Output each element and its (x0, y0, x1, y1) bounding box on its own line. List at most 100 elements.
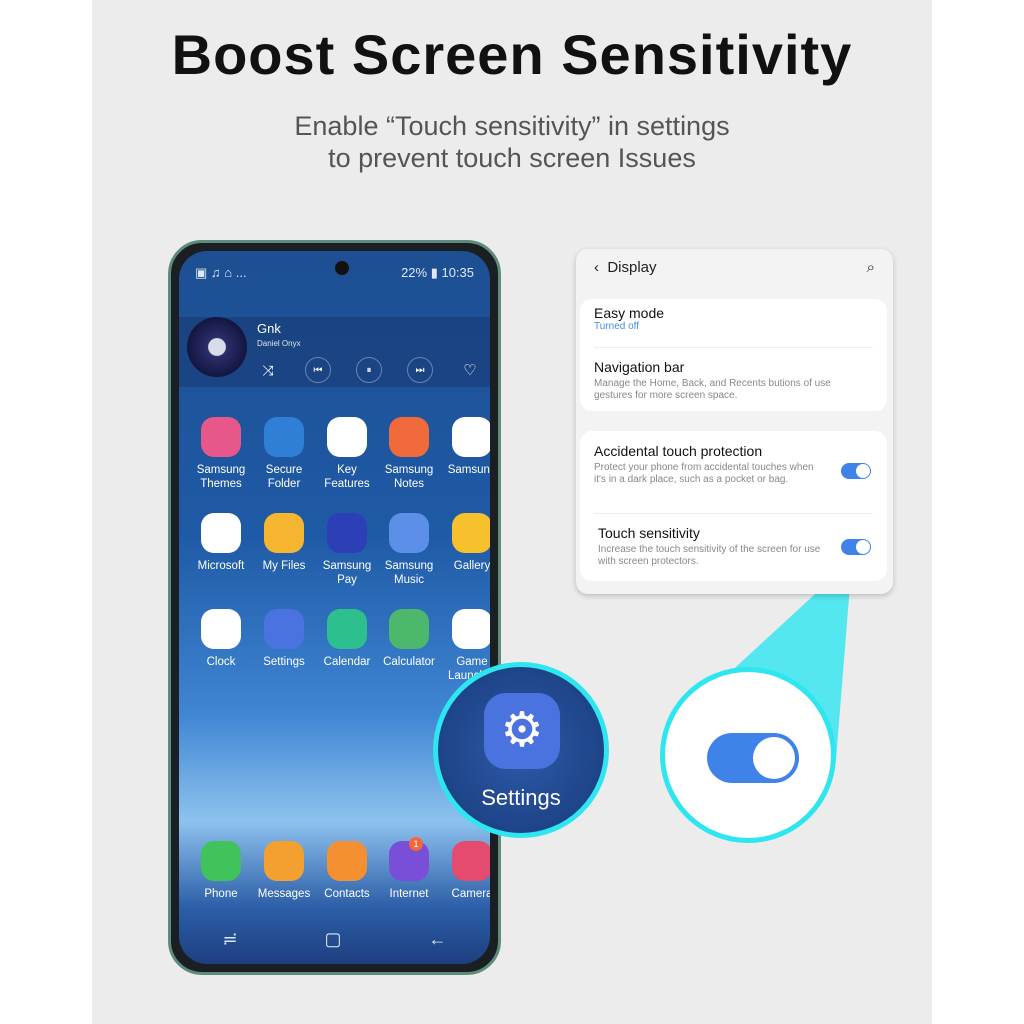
pause-button[interactable]: ⏸ (356, 357, 382, 383)
app-microsoft[interactable]: Microsoft (189, 513, 253, 573)
artist-name: Daniel Onyx (257, 339, 301, 348)
app-settings[interactable]: Settings (252, 609, 316, 669)
app-icon (327, 417, 367, 457)
notification-badge: 1 (409, 837, 423, 851)
phone: ▣ ♫ ⌂ ... 22% ▮ 10:35 Gnk Daniel Onyx ⤨ ⏮… (168, 240, 501, 975)
app-icon (452, 841, 490, 881)
app-label: Key Features (324, 464, 370, 490)
touch-sensitivity-toggle[interactable] (841, 539, 871, 555)
gear-icon: ⚙ (484, 693, 560, 769)
app-secure-folder[interactable]: Secure Folder (252, 417, 316, 491)
app-label: My Files (262, 560, 306, 572)
app-calendar[interactable]: Calendar (315, 609, 379, 669)
setting-desc: Manage the Home, Back, and Recents butio… (594, 378, 831, 401)
app-icon (264, 841, 304, 881)
app-my-files[interactable]: My Files (252, 513, 316, 573)
app-label: Samsung Music (384, 560, 434, 586)
setting-title: Accidental touch protection (594, 443, 763, 459)
app-icon (389, 417, 429, 457)
app-label: Samsung Themes (196, 464, 246, 490)
status-bar: ▣ ♫ ⌂ ... 22% ▮ 10:35 (195, 265, 474, 281)
setting-title: Touch sensitivity (598, 525, 700, 541)
app-icon (201, 609, 241, 649)
app-icon: 1 (389, 837, 429, 881)
toggle-large (707, 733, 799, 783)
app-samsung[interactable]: Samsung (440, 417, 490, 477)
app-label: Samsung Pay (322, 560, 372, 586)
app-label: Contacts (324, 888, 370, 900)
setting-title: Easy mode (594, 305, 665, 321)
app-icon (452, 609, 490, 649)
app-contacts[interactable]: Contacts (315, 841, 379, 901)
next-button[interactable]: ⏭ (407, 357, 433, 383)
app-label: Messages (257, 888, 311, 900)
app-icon (389, 513, 429, 553)
app-label: Samsung Notes (384, 464, 434, 490)
app-label: Phone (204, 888, 238, 900)
app-label: Calendar (323, 656, 371, 668)
album-art (187, 317, 247, 377)
home-icon[interactable]: ▢ (325, 929, 342, 950)
app-label: Settings (263, 656, 305, 668)
app-icon (264, 609, 304, 649)
app-camera[interactable]: Camera (440, 841, 490, 901)
app-icon (452, 417, 490, 457)
display-settings-panel: ‹ Display ⌕ Easy mode Turned off Navigatio… (576, 249, 893, 594)
settings-callout-label: Settings (481, 785, 561, 810)
app-key-features[interactable]: Key Features (315, 417, 379, 491)
setting-accidental-touch[interactable]: Accidental touch protection Protect your … (594, 443, 873, 486)
song-title: Gnk (257, 321, 281, 336)
app-icon (327, 609, 367, 649)
setting-desc: Turned off (594, 321, 640, 332)
media-player: Gnk Daniel Onyx ⤨ ⏮ ⏸ ⏭ ♡ (179, 317, 490, 387)
app-calculator[interactable]: Calculator (377, 609, 441, 669)
setting-title: Navigation bar (594, 359, 685, 375)
app-icon (264, 513, 304, 553)
app-messages[interactable]: Messages (252, 841, 316, 901)
app-samsung-pay[interactable]: Samsung Pay (315, 513, 379, 587)
settings-zoom-callout: ⚙ Settings (433, 662, 609, 838)
panel-title: Display (607, 259, 657, 276)
recents-icon[interactable]: ≓ (222, 929, 237, 950)
toggle-zoom-callout (660, 667, 836, 843)
search-icon[interactable]: ⌕ (867, 259, 875, 276)
app-icon (264, 417, 304, 457)
previous-button[interactable]: ⏮ (305, 357, 331, 383)
phone-screen: ▣ ♫ ⌂ ... 22% ▮ 10:35 Gnk Daniel Onyx ⤨ ⏮… (179, 251, 490, 964)
shuffle-icon[interactable]: ⤨ (255, 357, 281, 383)
app-gallery[interactable]: Gallery (440, 513, 490, 573)
app-label: Camera (451, 888, 490, 900)
app-icon (452, 513, 490, 553)
app-label: Internet (389, 888, 429, 900)
settings-group: Accidental touch protection Protect your … (580, 431, 887, 581)
app-phone[interactable]: Phone (189, 841, 253, 901)
settings-group: Easy mode Turned off Navigation bar Manage… (580, 299, 887, 411)
app-samsung-themes[interactable]: Samsung Themes (189, 417, 253, 491)
setting-touch-sensitivity[interactable]: Touch sensitivity Increase the touch sens… (598, 525, 873, 568)
app-samsung-music[interactable]: Samsung Music (377, 513, 441, 587)
app-icon (327, 841, 367, 881)
app-clock[interactable]: Clock (189, 609, 253, 669)
app-icon (201, 513, 241, 553)
heart-icon[interactable]: ♡ (457, 357, 483, 383)
setting-easy-mode[interactable]: Easy mode Turned off (594, 305, 873, 333)
app-label: Microsoft (197, 560, 245, 572)
back-icon[interactable]: ‹ (594, 259, 603, 276)
app-label: Samsung (447, 464, 490, 476)
status-clock: 22% ▮ 10:35 (401, 265, 474, 280)
app-label: Gallery (453, 560, 490, 572)
app-samsung-notes[interactable]: Samsung Notes (377, 417, 441, 491)
app-icon (201, 417, 241, 457)
app-label: Secure Folder (265, 464, 303, 490)
status-icons: ▣ ♫ ⌂ ... (195, 265, 247, 280)
setting-desc: Increase the touch sensitivity of the sc… (598, 544, 821, 567)
app-internet[interactable]: 1 Internet (377, 837, 441, 901)
app-icon (201, 841, 241, 881)
app-icon (327, 513, 367, 553)
nav-bar: ≓ ▢ ← (179, 929, 490, 950)
back-icon[interactable]: ← (429, 929, 447, 950)
app-label: Clock (206, 656, 236, 668)
setting-navigation-bar[interactable]: Navigation bar Manage the Home, Back, and… (594, 359, 873, 402)
accidental-touch-toggle[interactable] (841, 463, 871, 479)
app-icon (389, 609, 429, 649)
